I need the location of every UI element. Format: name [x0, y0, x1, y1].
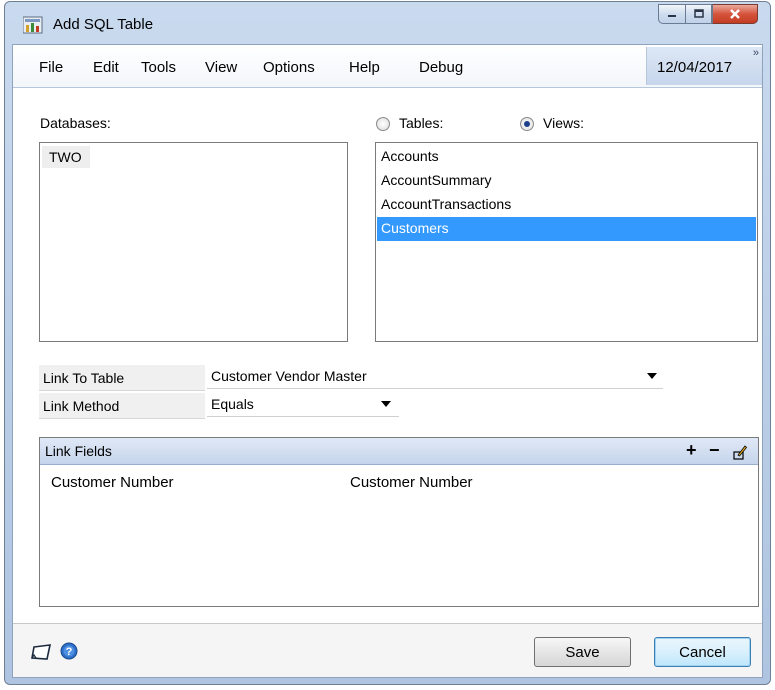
minimize-button[interactable] — [658, 4, 685, 24]
add-icon[interactable]: + — [686, 440, 697, 461]
link-method-value: Equals — [211, 396, 254, 412]
menu-bar: File Edit Tools View Options Help Debug … — [13, 45, 762, 88]
note-icon[interactable] — [31, 643, 53, 661]
link-to-table-dropdown[interactable]: Customer Vendor Master — [207, 363, 663, 389]
save-button[interactable]: Save — [534, 637, 631, 667]
minimize-icon — [668, 15, 676, 17]
link-to-table-label: Link To Table — [39, 365, 205, 391]
close-button[interactable] — [712, 4, 758, 24]
help-icon[interactable]: ? — [60, 642, 78, 660]
window-title: Add SQL Table — [53, 16, 154, 33]
tables-radio[interactable] — [376, 117, 390, 131]
menu-debug[interactable]: Debug — [419, 59, 463, 76]
edit-pencil-icon[interactable] — [733, 444, 747, 460]
view-item-customers[interactable]: Customers — [377, 217, 756, 241]
svg-text:?: ? — [66, 646, 73, 658]
overflow-chevron-icon[interactable]: » — [753, 47, 759, 59]
views-radio[interactable] — [520, 117, 534, 131]
link-field-left: Customer Number — [51, 474, 174, 491]
view-item-accounttransactions[interactable]: AccountTransactions — [377, 193, 756, 217]
dropdown-arrow-icon[interactable] — [381, 401, 391, 407]
view-item-accountsummary[interactable]: AccountSummary — [377, 169, 756, 193]
user-date[interactable]: 12/04/2017 » — [646, 47, 762, 85]
close-icon — [730, 9, 740, 19]
menu-edit[interactable]: Edit — [93, 59, 119, 76]
link-fields-title: Link Fields — [45, 443, 112, 459]
databases-label: Databases: — [40, 115, 111, 131]
link-fields-grid: Link Fields + − Customer Number Customer… — [39, 437, 759, 607]
menu-options[interactable]: Options — [263, 59, 315, 76]
maximize-button[interactable] — [685, 4, 712, 24]
app-icon — [23, 16, 43, 34]
link-fields-header: Link Fields + − — [40, 438, 758, 465]
views-radio-label[interactable]: Views: — [543, 115, 584, 131]
link-method-dropdown[interactable]: Equals — [207, 391, 399, 417]
tables-radio-label[interactable]: Tables: — [399, 115, 443, 131]
remove-icon[interactable]: − — [709, 440, 720, 461]
database-item[interactable]: TWO — [42, 146, 90, 168]
menu-file[interactable]: File — [39, 59, 63, 76]
maximize-icon — [693, 9, 704, 18]
radio-selected-dot — [524, 121, 530, 127]
menu-help[interactable]: Help — [349, 59, 380, 76]
dialog-body: File Edit Tools View Options Help Debug … — [12, 44, 763, 678]
views-list[interactable]: Accounts AccountSummary AccountTransacti… — [375, 142, 758, 342]
databases-list[interactable]: TWO — [39, 142, 348, 342]
title-bar[interactable]: Add SQL Table — [5, 2, 770, 44]
user-date-value: 12/04/2017 — [657, 59, 733, 76]
menu-view[interactable]: View — [205, 59, 237, 76]
dialog-window: Add SQL Table File Edit Tools View Optio… — [4, 1, 771, 685]
view-item-accounts[interactable]: Accounts — [377, 145, 756, 169]
bottom-button-bar: ? Save Cancel — [13, 623, 762, 677]
caption-buttons — [658, 4, 758, 24]
cancel-button[interactable]: Cancel — [654, 637, 751, 667]
link-to-table-value: Customer Vendor Master — [211, 368, 367, 384]
dropdown-arrow-icon[interactable] — [647, 373, 657, 379]
menu-tools[interactable]: Tools — [141, 59, 176, 76]
link-field-right: Customer Number — [350, 474, 473, 491]
link-method-label: Link Method — [39, 393, 205, 419]
